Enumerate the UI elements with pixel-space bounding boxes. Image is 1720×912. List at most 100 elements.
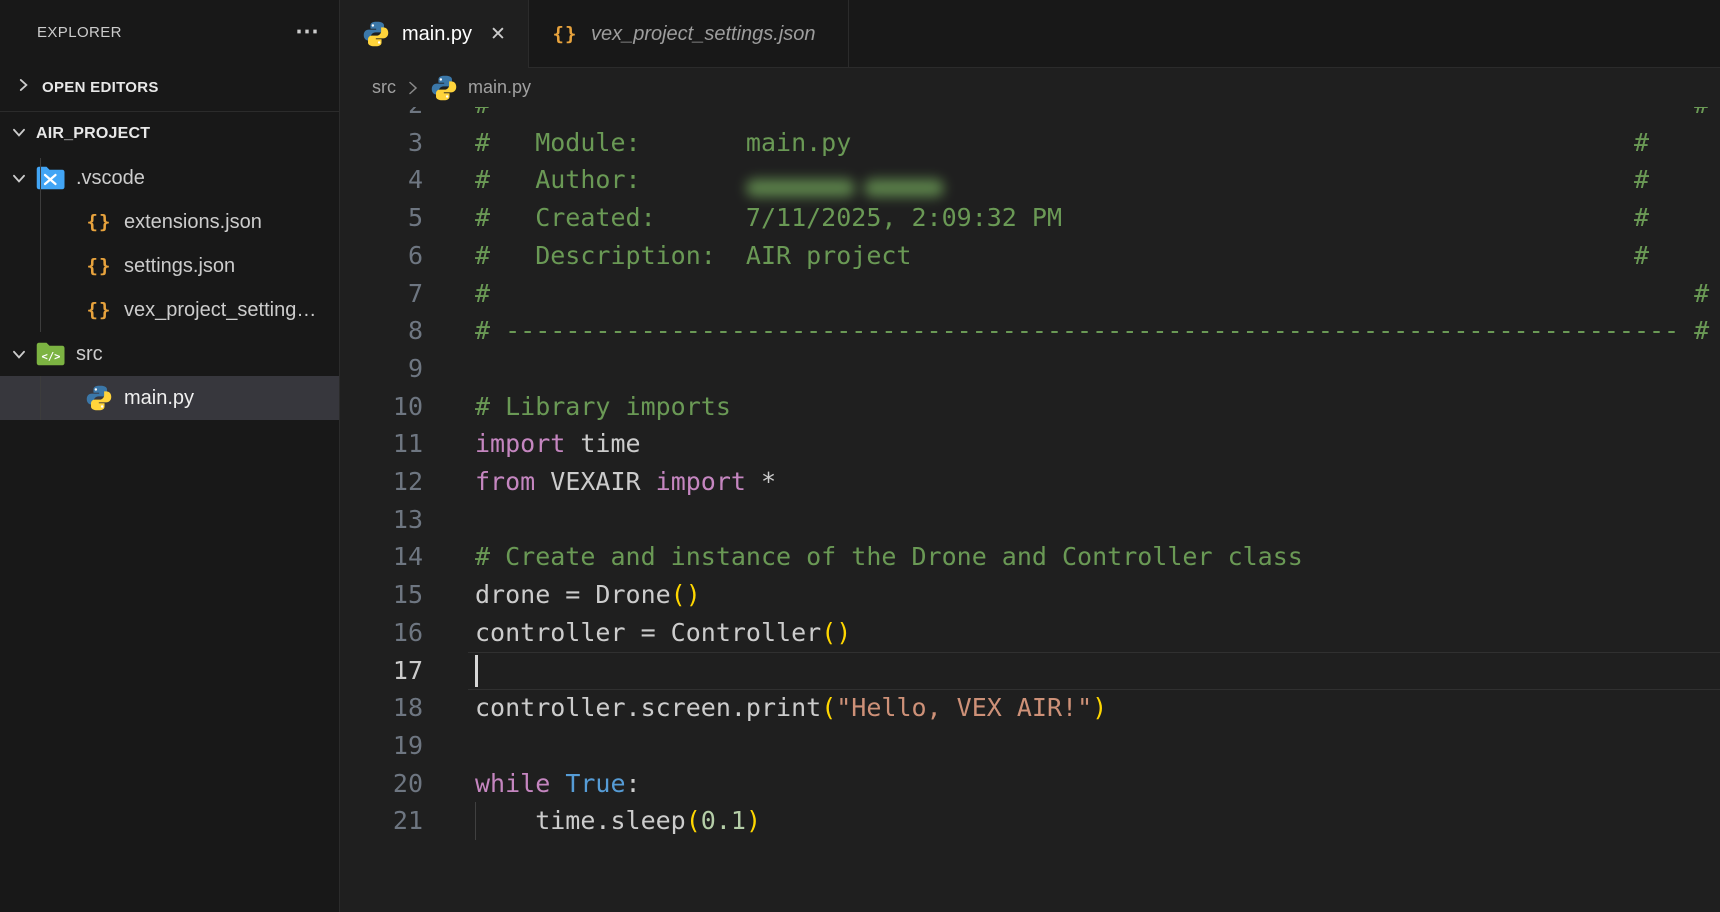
line-number: 14 bbox=[340, 538, 423, 576]
json-icon: {} bbox=[551, 20, 579, 48]
code-line-8[interactable]: 8# -------------------------------------… bbox=[340, 312, 1720, 350]
code-line-12[interactable]: 12from VEXAIR import * bbox=[340, 463, 1720, 501]
line-number: 3 bbox=[340, 124, 423, 162]
json-icon: {} bbox=[84, 295, 114, 325]
code-line-text: # # bbox=[475, 275, 1709, 313]
code-line-17[interactable]: 17 bbox=[340, 652, 1720, 690]
tree-item-label: src bbox=[76, 343, 103, 366]
code-line-text: # Module: main.py # bbox=[475, 124, 1649, 162]
line-number: 19 bbox=[340, 727, 423, 765]
close-icon[interactable]: ✕ bbox=[486, 21, 510, 48]
line-number: 9 bbox=[340, 350, 423, 388]
code-line-text: # Library imports bbox=[475, 388, 731, 426]
line-number: 8 bbox=[340, 312, 423, 350]
code-line-text: controller = Controller() bbox=[475, 614, 851, 652]
code-line-4[interactable]: 4# Author: # bbox=[340, 161, 1720, 199]
tab-label: vex_project_settings.json bbox=[591, 23, 816, 46]
code-line-20[interactable]: 20 while True: bbox=[340, 765, 1720, 803]
explorer-sidebar: EXPLORER ⋯ OPEN EDITORS AIR_PROJECT .vsc… bbox=[0, 0, 340, 912]
tree-indent-guide bbox=[40, 376, 41, 420]
line-number: 15 bbox=[340, 576, 423, 614]
code-line-text: controller.screen.print("Hello, VEX AIR!… bbox=[475, 689, 1107, 727]
author-redacted-blur bbox=[746, 168, 957, 190]
code-line-10[interactable]: 10 # Library imports bbox=[340, 388, 1720, 426]
tree-item--vscode[interactable]: .vscode bbox=[0, 156, 339, 200]
code-line-text: # Description: AIR project # bbox=[475, 237, 1649, 275]
tree-item-src[interactable]: </> src bbox=[0, 332, 339, 376]
code-line-16[interactable]: 16 controller = Controller() bbox=[340, 614, 1720, 652]
chevron-right-icon bbox=[406, 79, 420, 97]
file-tree: .vscode{}extensions.json{}settings.json{… bbox=[0, 156, 339, 420]
line-number: 20 bbox=[340, 765, 423, 803]
text-cursor bbox=[475, 655, 478, 687]
tab-vex-project-settings-json[interactable]: {} vex_project_settings.json bbox=[529, 0, 849, 68]
python-icon bbox=[430, 74, 458, 102]
chevron-down-icon[interactable] bbox=[10, 345, 28, 363]
workspace-root-label: AIR_PROJECT bbox=[36, 125, 150, 143]
code-editor[interactable]: 2# #3# Module: main.py #4# Author: bbox=[340, 107, 1720, 912]
workspace-root-row[interactable]: AIR_PROJECT bbox=[0, 112, 339, 156]
chevron-down-icon[interactable] bbox=[10, 123, 28, 146]
code-line-3[interactable]: 3 # Module: main.py # bbox=[340, 124, 1720, 162]
line-number: 16 bbox=[340, 614, 423, 652]
code-line-11[interactable]: 11 import time bbox=[340, 425, 1720, 463]
current-line-border bbox=[468, 652, 1720, 653]
tree-item-label: vex_project_settings.json bbox=[124, 299, 324, 322]
line-number: 2 bbox=[340, 107, 423, 124]
breadcrumb-item-main-py[interactable]: main.py bbox=[468, 77, 531, 98]
tree-indent-guide bbox=[40, 158, 41, 332]
code-line-text: import time bbox=[475, 425, 641, 463]
tree-item-extensions-json[interactable]: {} extensions.json bbox=[0, 200, 339, 244]
line-number: 12 bbox=[340, 463, 423, 501]
open-editors-label: OPEN EDITORS bbox=[42, 79, 159, 96]
json-icon: {} bbox=[84, 251, 114, 281]
code-line-6[interactable]: 6 # Description: AIR project # bbox=[340, 237, 1720, 275]
explorer-title: EXPLORER bbox=[37, 24, 122, 41]
code-line-text: # Author: # bbox=[475, 161, 1649, 199]
line-number: 7 bbox=[340, 275, 423, 313]
open-editors-section[interactable]: OPEN EDITORS bbox=[0, 64, 339, 112]
tab-bar: main.py ✕ {} vex_project_settings.json bbox=[340, 0, 1720, 68]
editor-group: main.py ✕ {} vex_project_settings.json s… bbox=[340, 0, 1720, 912]
chevron-down-icon[interactable] bbox=[10, 169, 28, 187]
breadcrumb: src main.py bbox=[340, 68, 1720, 107]
breadcrumb-item-src[interactable]: src bbox=[372, 77, 396, 98]
tab-main-py[interactable]: main.py ✕ bbox=[340, 0, 529, 68]
code-line-text: # # bbox=[475, 107, 1709, 124]
code-line-15[interactable]: 15 drone = Drone() bbox=[340, 576, 1720, 614]
line-number: 17 bbox=[340, 652, 423, 690]
chevron-right-icon[interactable] bbox=[14, 76, 32, 99]
code-line-2[interactable]: 2 # # bbox=[340, 107, 1720, 124]
tree-item-label: extensions.json bbox=[124, 211, 262, 234]
line-number: 21 bbox=[340, 802, 423, 840]
code-line-14[interactable]: 14 # Create and instance of the Drone and… bbox=[340, 538, 1720, 576]
line-number: 6 bbox=[340, 237, 423, 275]
code-line-5[interactable]: 5# Created: 7/11/2025, 2:09:32 PM # bbox=[340, 199, 1720, 237]
tree-item-label: settings.json bbox=[124, 255, 235, 278]
tree-item-label: .vscode bbox=[76, 167, 145, 190]
json-icon: {} bbox=[84, 207, 114, 237]
explorer-header: EXPLORER ⋯ bbox=[0, 0, 339, 64]
line-number: 10 bbox=[340, 388, 423, 426]
code-line-18[interactable]: 18 controller.screen.print("Hello, VEX AI… bbox=[340, 689, 1720, 727]
python-icon bbox=[362, 20, 390, 48]
code-line-text: while True: bbox=[475, 765, 641, 803]
line-number: 5 bbox=[340, 199, 423, 237]
code-line-text: drone = Drone() bbox=[475, 576, 701, 614]
code-line-7[interactable]: 7 # # bbox=[340, 275, 1720, 313]
line-number: 13 bbox=[340, 501, 423, 539]
code-line-13[interactable]: 13 bbox=[340, 501, 1720, 539]
code-line-text: # Create and instance of the Drone and C… bbox=[475, 538, 1303, 576]
python-icon bbox=[84, 383, 114, 413]
line-number: 11 bbox=[340, 425, 423, 463]
code-line-9[interactable]: 9 bbox=[340, 350, 1720, 388]
code-line-21[interactable]: 21 time.sleep(0.1) bbox=[340, 802, 1720, 840]
ellipsis-icon[interactable]: ⋯ bbox=[295, 27, 321, 37]
code-line-19[interactable]: 19 bbox=[340, 727, 1720, 765]
tab-label: main.py bbox=[402, 23, 472, 46]
svg-text:</>: </> bbox=[42, 351, 61, 363]
tree-item-main-py[interactable]: main.py bbox=[0, 376, 339, 420]
tree-item-settings-json[interactable]: {} settings.json bbox=[0, 244, 339, 288]
line-number: 18 bbox=[340, 689, 423, 727]
tree-item-vex-project-settings-json[interactable]: {} vex_project_settings.json bbox=[0, 288, 339, 332]
